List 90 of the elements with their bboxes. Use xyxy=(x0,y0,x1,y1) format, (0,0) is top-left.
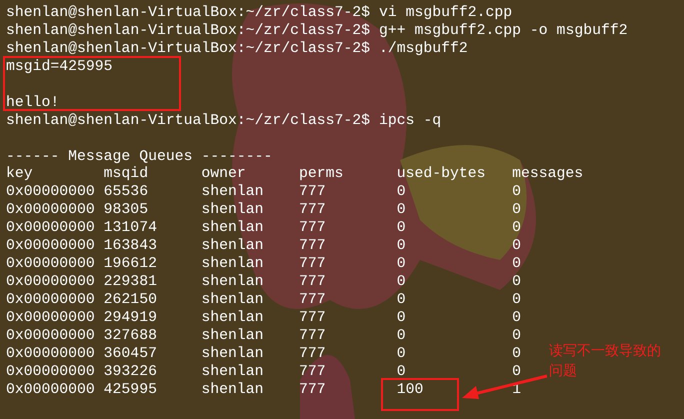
column-header: perms xyxy=(299,166,344,184)
column-header: key xyxy=(6,166,34,184)
table-cell: 0 xyxy=(512,220,521,236)
table-cell: 0x00000000 xyxy=(6,274,95,290)
column-header: messages xyxy=(512,166,584,184)
table-cell: shenlan xyxy=(201,346,264,362)
table-cell: 262150 xyxy=(104,292,157,308)
table-cell: 777 xyxy=(299,274,326,290)
table-cell: shenlan xyxy=(201,220,264,236)
table-cell: 0x00000000 xyxy=(6,238,95,254)
shell-prompt: shenlan@shenlan-VirtualBox:~/zr/class7-2$ xyxy=(6,112,370,129)
output-text: ------ Message Queues -------- xyxy=(6,148,272,164)
shell-prompt: shenlan@shenlan-VirtualBox:~/zr/class7-2$ xyxy=(6,5,370,21)
table-cell: 777 xyxy=(299,310,326,326)
table-cell: shenlan xyxy=(201,202,264,218)
table-cell: 0 xyxy=(512,202,521,218)
table-cell: 0 xyxy=(396,328,406,344)
table-cell: 0x00000000 xyxy=(6,346,95,362)
table-cell: 0x00000000 xyxy=(6,256,95,272)
table-cell: 777 xyxy=(299,220,326,236)
table-cell: 0 xyxy=(512,184,521,200)
column-header: msqid xyxy=(104,166,150,184)
table-cell: 0 xyxy=(396,202,406,218)
command-text: vi msgbuff2.cpp xyxy=(378,5,512,21)
table-cell: 777 xyxy=(299,184,326,200)
table-cell: 0x00000000 xyxy=(6,202,95,218)
table-cell: 0 xyxy=(512,310,521,326)
table-cell: 229381 xyxy=(104,274,157,290)
table-cell: 425995 xyxy=(104,382,157,398)
table-cell: 0x00000000 xyxy=(6,292,95,308)
table-cell: 0 xyxy=(512,274,521,290)
output-text: hello! xyxy=(6,94,60,111)
table-cell: 393226 xyxy=(104,364,157,380)
table-cell: shenlan xyxy=(201,256,264,272)
table-cell: 0x00000000 xyxy=(6,328,95,344)
table-cell: 0 xyxy=(512,238,521,254)
table-cell: 0 xyxy=(396,220,406,236)
table-cell: shenlan xyxy=(201,274,264,290)
table-cell: 777 xyxy=(299,382,326,398)
table-cell: shenlan xyxy=(201,364,264,380)
table-cell: 0x00000000 xyxy=(6,220,95,236)
table-cell: shenlan xyxy=(201,328,264,344)
table-cell: 0 xyxy=(512,256,521,272)
annotation-text: 读写不一致导致的问题 xyxy=(549,342,662,381)
table-cell: 777 xyxy=(299,346,326,362)
table-cell: 777 xyxy=(299,256,326,272)
table-cell: 0 xyxy=(396,364,406,380)
table-cell: shenlan xyxy=(201,382,264,398)
table-cell: 0 xyxy=(512,292,521,308)
table-cell: 0 xyxy=(396,292,406,308)
table-cell: 0x00000000 xyxy=(6,364,95,380)
table-cell: 0 xyxy=(396,184,406,200)
table-cell: 131074 xyxy=(104,220,157,236)
table-cell: shenlan xyxy=(201,292,264,308)
table-cell: 0 xyxy=(512,346,521,362)
table-cell: shenlan xyxy=(201,184,264,200)
table-cell: 0 xyxy=(396,256,406,272)
table-cell: 777 xyxy=(299,238,326,254)
table-cell: shenlan xyxy=(201,310,264,326)
command-text: ipcs -q xyxy=(378,112,442,129)
output-text: msgid=425995 xyxy=(6,58,113,75)
table-cell: 360457 xyxy=(104,346,157,362)
table-cell: 777 xyxy=(299,328,326,344)
command-text: g++ msgbuff2.cpp -o msgbuff2 xyxy=(378,22,628,39)
table-cell: 0x00000000 xyxy=(6,184,95,200)
column-header: used-bytes xyxy=(396,166,486,184)
table-cell: 0x00000000 xyxy=(6,310,95,326)
table-cell: 0 xyxy=(396,346,406,362)
table-cell: 294919 xyxy=(104,310,157,326)
column-header: owner xyxy=(201,166,247,184)
table-cell: 65536 xyxy=(104,184,148,200)
table-cell: 0 xyxy=(396,274,406,290)
table-cell: 0 xyxy=(512,328,521,344)
table-cell: 196612 xyxy=(104,256,157,272)
table-cell: 777 xyxy=(299,364,326,380)
table-cell: 163843 xyxy=(104,238,157,254)
table-cell: 0 xyxy=(396,238,406,254)
table-cell: 327688 xyxy=(104,328,157,344)
table-cell: 0 xyxy=(512,364,521,380)
command-text: ./msgbuff2 xyxy=(378,40,468,57)
shell-prompt: shenlan@shenlan-VirtualBox:~/zr/class7-2$ xyxy=(6,22,370,39)
table-cell: 100 xyxy=(396,382,424,398)
table-cell: 777 xyxy=(299,202,326,218)
table-cell: shenlan xyxy=(201,238,264,254)
table-cell: 0x00000000 xyxy=(6,382,95,398)
table-cell: 98305 xyxy=(104,202,148,218)
arrow-icon xyxy=(462,374,548,399)
table-cell: 0 xyxy=(396,310,406,326)
table-cell: 777 xyxy=(299,292,326,308)
shell-prompt: shenlan@shenlan-VirtualBox:~/zr/class7-2$ xyxy=(6,40,370,57)
